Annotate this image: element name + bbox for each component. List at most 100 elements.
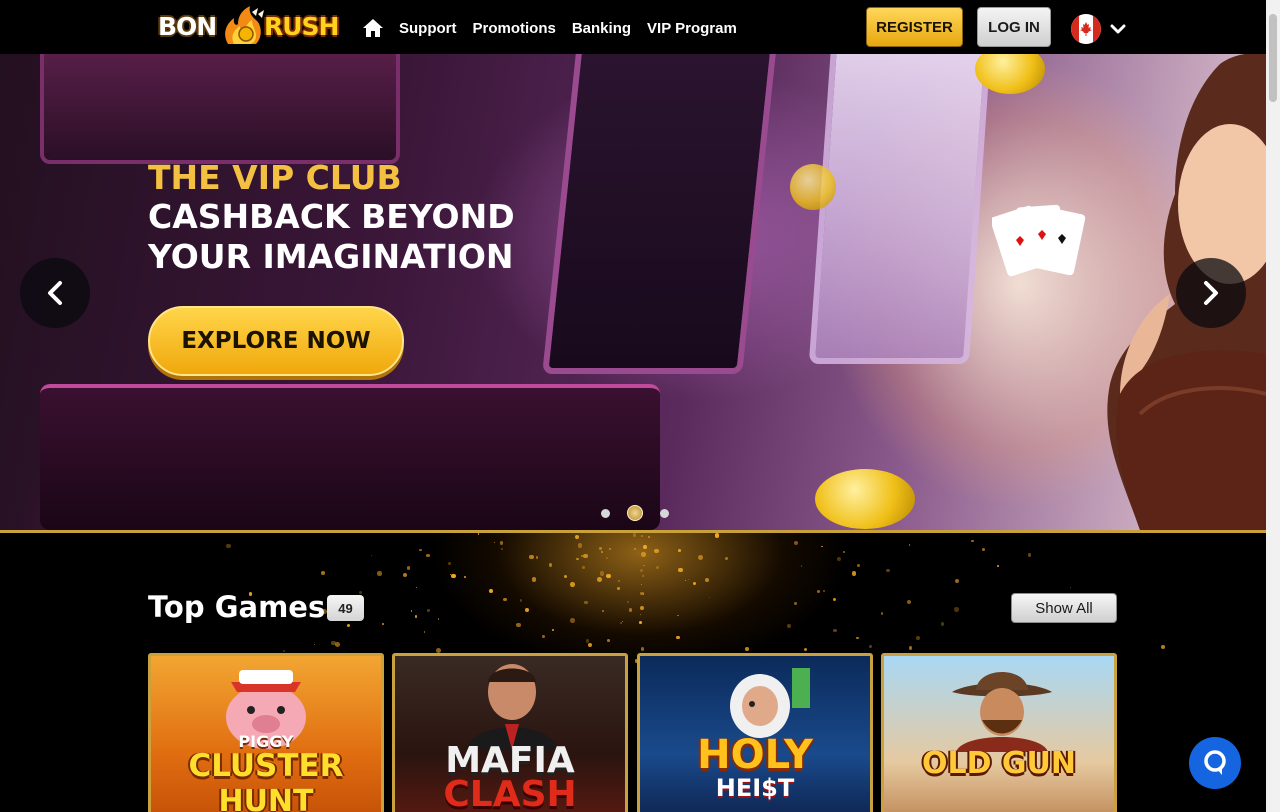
nav-link-support[interactable]: Support (399, 20, 457, 37)
carousel-dot-3[interactable] (660, 508, 669, 518)
games-count-badge: 49 (327, 595, 364, 621)
sparkle-particle (499, 541, 504, 545)
sparkle-particle (820, 545, 823, 548)
cowboy-character-image (952, 672, 1052, 752)
game-title-clash: CLASH (443, 774, 577, 812)
site-logo[interactable]: BON RUSH (157, 6, 341, 48)
game-tile-holy-heist[interactable]: HOLY HEI$T (637, 653, 873, 812)
sparkle-particle (643, 564, 645, 567)
sparkle-particle (584, 600, 588, 605)
sparkle-particle (641, 575, 644, 578)
sparkle-particle (842, 550, 845, 553)
sparkle-particle (569, 582, 575, 587)
sparkle-particle (580, 554, 583, 557)
game-title-hunt: HUNT (218, 784, 314, 812)
top-games-title: Top Games (148, 590, 326, 624)
game-title-heist: HEI$T (715, 774, 795, 802)
top-games-section: Top Games 49 Show All PIGGY CLUSTER HUNT… (0, 533, 1266, 812)
nun-character-image (730, 668, 810, 738)
live-chat-button[interactable] (1189, 737, 1241, 789)
register-button[interactable]: REGISTER (866, 7, 963, 47)
sparkle-particle (581, 566, 585, 569)
gold-coin (815, 469, 915, 529)
sparkle-particle (953, 607, 959, 612)
scrollbar-thumb[interactable] (1269, 14, 1277, 102)
explore-now-button[interactable]: EXPLORE NOW (148, 306, 404, 376)
sparkle-particle (628, 608, 633, 612)
sparkle-particle (724, 557, 728, 561)
carousel-prev-button[interactable] (20, 258, 90, 328)
game-title-holy: HOLY (697, 732, 813, 778)
sparkle-particle (477, 533, 480, 536)
sparkle-particle (633, 548, 636, 550)
sparkle-particle (583, 553, 588, 559)
sparkle-particle (587, 642, 592, 648)
sparkle-particle (908, 646, 912, 650)
sparkle-particle (676, 635, 680, 640)
sparkle-particle (605, 557, 608, 560)
carousel-dot-1[interactable] (601, 508, 610, 518)
sparkle-particle (406, 566, 411, 570)
sparkle-particle (908, 544, 911, 546)
game-tile-piggy-cluster-hunt[interactable]: PIGGY CLUSTER HUNT (148, 653, 384, 812)
carousel-next-button[interactable] (1176, 258, 1246, 328)
show-all-button[interactable]: Show All (1011, 593, 1117, 623)
login-button[interactable]: LOG IN (977, 7, 1051, 47)
slot-machine-left (40, 54, 400, 164)
sparkle-particle (410, 610, 413, 612)
nav-link-vip-program[interactable]: VIP Program (647, 20, 737, 37)
sparkle-particle (823, 590, 826, 593)
sparkle-particle (609, 548, 611, 550)
canada-flag-icon[interactable] (1071, 14, 1101, 44)
sparkle-particle (359, 590, 363, 594)
sparkle-particle (606, 573, 612, 579)
sparkle-particle (529, 555, 534, 560)
sparkle-particle (641, 535, 644, 538)
hero-title-vip-club: THE VIP CLUB (148, 158, 402, 197)
chevron-down-icon[interactable] (1109, 20, 1127, 38)
sparkle-particle (600, 571, 605, 576)
sparkle-particle (997, 565, 1000, 568)
site-header: BON RUSH Support Promotions Banking VIP … (0, 0, 1266, 54)
sparkle-particle (833, 628, 837, 633)
sparkle-particle (564, 575, 568, 579)
home-icon[interactable] (362, 17, 384, 39)
sparkle-particle (577, 543, 583, 549)
flame-icon (225, 6, 264, 44)
sparkle-particle (655, 565, 659, 569)
sparkle-particle (715, 533, 720, 538)
nav-link-banking[interactable]: Banking (572, 20, 631, 37)
sparkle-particle (607, 639, 611, 643)
carousel-dot-2[interactable] (627, 505, 643, 521)
game-tile-old-gun[interactable]: OLD GUN (881, 653, 1117, 812)
sparkle-particle (697, 555, 703, 561)
sparkle-particle (596, 576, 602, 582)
playing-cards-image (992, 204, 1086, 277)
logo-text-bon: BON (158, 12, 217, 41)
sparkle-particle (519, 599, 522, 602)
carousel-dots (601, 505, 686, 521)
sparkle-particle (692, 582, 697, 586)
sparkle-particle (415, 586, 417, 588)
sparkle-particle (464, 575, 467, 578)
game-title-cluster: CLUSTER (188, 748, 344, 784)
sparkle-particle (503, 597, 507, 601)
chat-bubble-icon (1204, 750, 1226, 775)
sparkle-particle (601, 551, 604, 554)
sparkle-particle (856, 563, 861, 568)
sparkle-particle (525, 607, 530, 612)
page-scrollbar[interactable] (1266, 0, 1280, 812)
sparkle-particle (886, 568, 890, 573)
sparkle-particle (619, 622, 622, 625)
nav-link-promotions[interactable]: Promotions (473, 20, 556, 37)
sparkle-particle (745, 646, 750, 651)
sparkle-particle (516, 622, 521, 628)
sparkle-particle (489, 589, 493, 593)
gold-coin (790, 164, 836, 210)
sparkle-particle (708, 596, 710, 599)
game-tile-mafia-clash[interactable]: MAFIA CLASH (392, 653, 628, 812)
sparkle-particle (585, 639, 590, 643)
sparkle-particle (940, 622, 944, 626)
sparkle-particle (531, 577, 536, 582)
sparkle-particle (414, 615, 418, 618)
